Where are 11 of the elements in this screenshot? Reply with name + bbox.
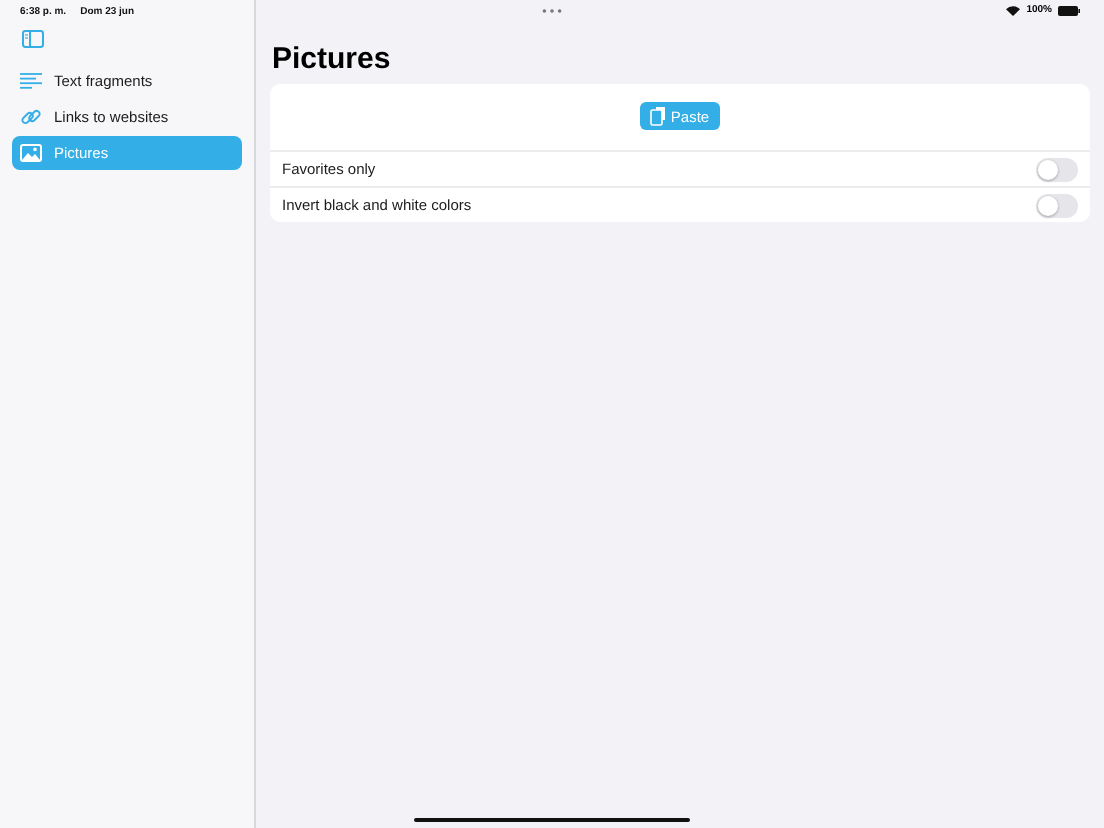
toggle-switch[interactable]	[1036, 193, 1078, 217]
clipboard-icon	[650, 106, 667, 126]
battery-icon	[1058, 5, 1080, 15]
toggle-switch[interactable]	[1036, 157, 1078, 181]
lines-icon	[20, 72, 42, 90]
more-dots-icon[interactable]	[542, 8, 562, 14]
image-icon	[20, 144, 42, 162]
sidebar-toggle-icon[interactable]	[22, 30, 44, 48]
page-title: Pictures	[272, 42, 393, 76]
wifi-icon	[1006, 5, 1021, 15]
link-icon	[20, 106, 42, 128]
